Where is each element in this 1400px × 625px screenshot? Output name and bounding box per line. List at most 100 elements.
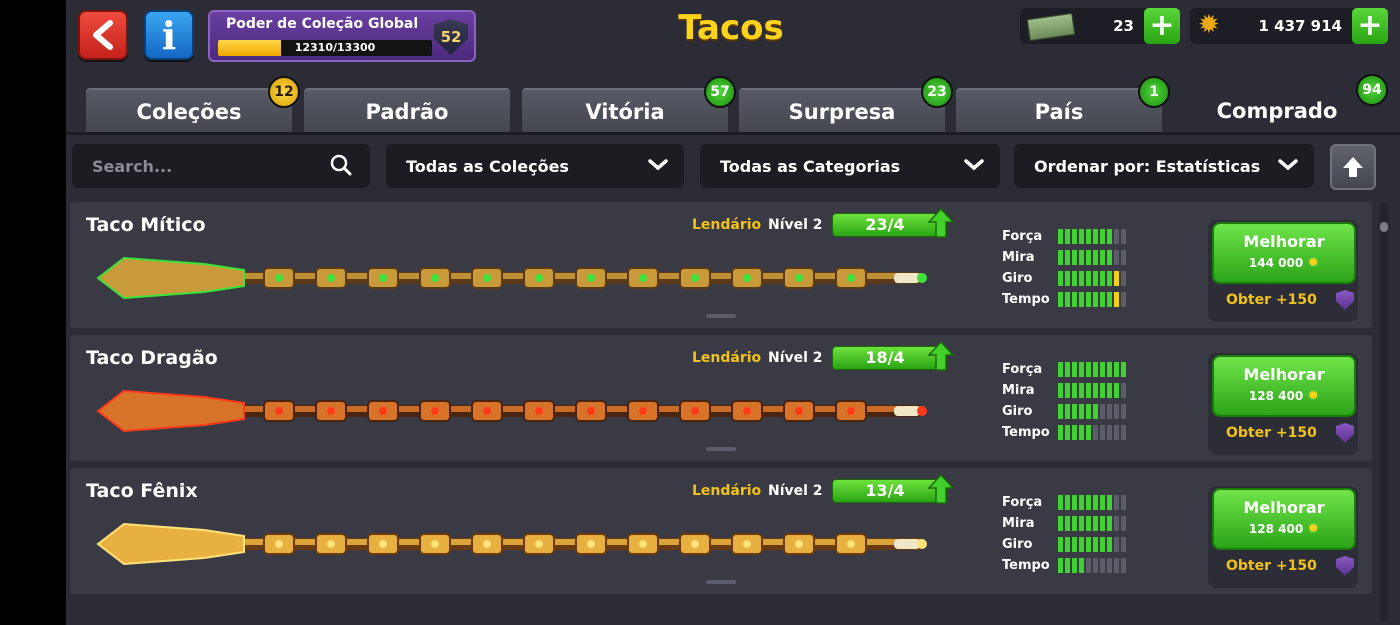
stat-pip bbox=[1121, 362, 1126, 377]
collection-shield-icon bbox=[1336, 423, 1354, 443]
stat-pip bbox=[1114, 495, 1119, 510]
coin-icon: ✹ bbox=[1307, 255, 1320, 271]
search-icon[interactable] bbox=[330, 154, 352, 176]
cue-gem bbox=[847, 407, 855, 415]
collection-power-value: 12310/13300 bbox=[294, 41, 376, 54]
cue-level: Nível 2 bbox=[768, 350, 823, 366]
stat-pip bbox=[1114, 404, 1119, 419]
stat-pip bbox=[1072, 425, 1077, 440]
cue-gem bbox=[535, 274, 543, 282]
categories-dropdown-value: Todas as Categorias bbox=[720, 156, 901, 176]
stat-pip bbox=[1100, 250, 1105, 265]
stat-pip bbox=[1107, 292, 1112, 307]
stat-pip bbox=[1079, 558, 1084, 573]
cue-tip-ferrule bbox=[894, 273, 920, 283]
cue-gem bbox=[535, 407, 543, 415]
get-more-link[interactable]: Obter +150 bbox=[1226, 425, 1317, 441]
upgrade-label: Melhorar bbox=[1243, 232, 1325, 251]
stat-pip bbox=[1072, 229, 1077, 244]
collection-power-panel[interactable]: Poder de Coleção Global 12310/13300 52 bbox=[208, 10, 476, 62]
cue-gem bbox=[379, 274, 387, 282]
cue-card[interactable]: Taco Mítico Lendário Nível 2 23/4 Força M… bbox=[70, 202, 1372, 328]
tab-comprado[interactable]: Comprado 94 bbox=[1174, 74, 1388, 134]
cue-card[interactable]: Taco Dragão Lendário Nível 2 18/4 Força M… bbox=[70, 335, 1372, 461]
stat-label: Tempo bbox=[1002, 292, 1050, 307]
stat-pip bbox=[1114, 250, 1119, 265]
card-drag-handle bbox=[706, 447, 736, 451]
cue-tip-ferrule bbox=[894, 406, 920, 416]
tab-padrao[interactable]: Padrão bbox=[304, 88, 510, 134]
info-button[interactable]: i bbox=[144, 10, 194, 60]
cue-gem bbox=[691, 274, 699, 282]
cue-card[interactable]: Taco Fênix Lendário Nível 2 13/4 Força Mi… bbox=[70, 468, 1372, 594]
stat-pip bbox=[1100, 425, 1105, 440]
stat-pip bbox=[1107, 229, 1112, 244]
tab-vitoria[interactable]: Vitória 57 bbox=[522, 76, 736, 134]
sort-dropdown[interactable]: Ordenar por: Estatísticas bbox=[1014, 144, 1314, 188]
tab-colecoes[interactable]: Coleções 12 bbox=[86, 76, 300, 134]
scrollbar[interactable] bbox=[1380, 202, 1388, 622]
stat-pip bbox=[1072, 362, 1077, 377]
stat-pip bbox=[1058, 292, 1063, 307]
stat-pip bbox=[1093, 516, 1098, 531]
cue-gem bbox=[327, 274, 335, 282]
tab-label: Coleções bbox=[136, 100, 242, 124]
get-more-link[interactable]: Obter +150 bbox=[1226, 292, 1317, 308]
stat-label: Força bbox=[1002, 495, 1043, 510]
chevron-down-icon bbox=[964, 159, 984, 171]
chevron-down-icon bbox=[1278, 159, 1298, 171]
stat-row: Tempo bbox=[1002, 422, 1126, 443]
cue-rarity: Lendário bbox=[692, 350, 762, 366]
cue-pieces-bar: 23/4 bbox=[832, 213, 938, 237]
categories-dropdown[interactable]: Todas as Categorias bbox=[700, 144, 1000, 188]
stat-pips bbox=[1058, 362, 1126, 377]
cue-butt bbox=[96, 389, 245, 433]
stat-pip bbox=[1058, 229, 1063, 244]
scrollbar-thumb[interactable] bbox=[1380, 222, 1388, 232]
upgrade-panel: Melhorar 128 400 ✹ Obter +150 bbox=[1208, 486, 1358, 588]
stat-pip bbox=[1114, 292, 1119, 307]
tab-badge: 12 bbox=[268, 76, 300, 108]
tab-label: Vitória bbox=[585, 100, 665, 124]
chevron-down-icon bbox=[648, 159, 668, 171]
search-input[interactable]: Search... bbox=[72, 144, 370, 188]
stat-pip bbox=[1079, 425, 1084, 440]
cue-gem bbox=[847, 540, 855, 548]
stat-pip bbox=[1086, 292, 1091, 307]
cash-value: 23 bbox=[1113, 17, 1134, 35]
get-more-link[interactable]: Obter +150 bbox=[1226, 558, 1317, 574]
cue-gem bbox=[743, 540, 751, 548]
sort-direction-button[interactable] bbox=[1330, 144, 1376, 190]
upgrade-button[interactable]: Melhorar 128 400 ✹ bbox=[1212, 355, 1356, 417]
stat-pip bbox=[1107, 383, 1112, 398]
coin-icon: ✹ bbox=[1307, 388, 1320, 404]
stat-pip bbox=[1086, 362, 1091, 377]
cue-gem bbox=[327, 407, 335, 415]
stat-pip bbox=[1100, 229, 1105, 244]
stat-pip bbox=[1114, 425, 1119, 440]
add-cash-button[interactable]: + bbox=[1144, 8, 1180, 44]
stat-pip bbox=[1114, 271, 1119, 286]
collection-shield-icon bbox=[1336, 290, 1354, 310]
upgrade-cost: 128 400 bbox=[1248, 389, 1304, 403]
stat-pip bbox=[1086, 404, 1091, 419]
stat-row: Mira bbox=[1002, 380, 1126, 401]
stat-label: Giro bbox=[1002, 537, 1033, 552]
upgrade-button[interactable]: Melhorar 144 000 ✹ bbox=[1212, 222, 1356, 284]
back-button[interactable] bbox=[78, 10, 128, 60]
tab-surpresa[interactable]: Surpresa 23 bbox=[739, 76, 953, 134]
rank-shield-icon: 52 bbox=[434, 19, 468, 55]
coin-value: 1 437 914 bbox=[1258, 17, 1342, 35]
stat-row: Giro bbox=[1002, 401, 1126, 422]
stat-pip bbox=[1121, 250, 1126, 265]
collections-dropdown[interactable]: Todas as Coleções bbox=[386, 144, 684, 188]
upgrade-panel: Melhorar 128 400 ✹ Obter +150 bbox=[1208, 353, 1358, 455]
add-coins-button[interactable]: + bbox=[1352, 8, 1388, 44]
tab-pais[interactable]: País 1 bbox=[956, 76, 1170, 134]
stat-pip bbox=[1065, 516, 1070, 531]
cue-stats: Força Mira Giro Tempo bbox=[1002, 492, 1126, 576]
cue-stats: Força Mira Giro Tempo bbox=[1002, 226, 1126, 310]
stat-pip bbox=[1093, 271, 1098, 286]
upgrade-button[interactable]: Melhorar 128 400 ✹ bbox=[1212, 488, 1356, 550]
stat-pip bbox=[1100, 495, 1105, 510]
